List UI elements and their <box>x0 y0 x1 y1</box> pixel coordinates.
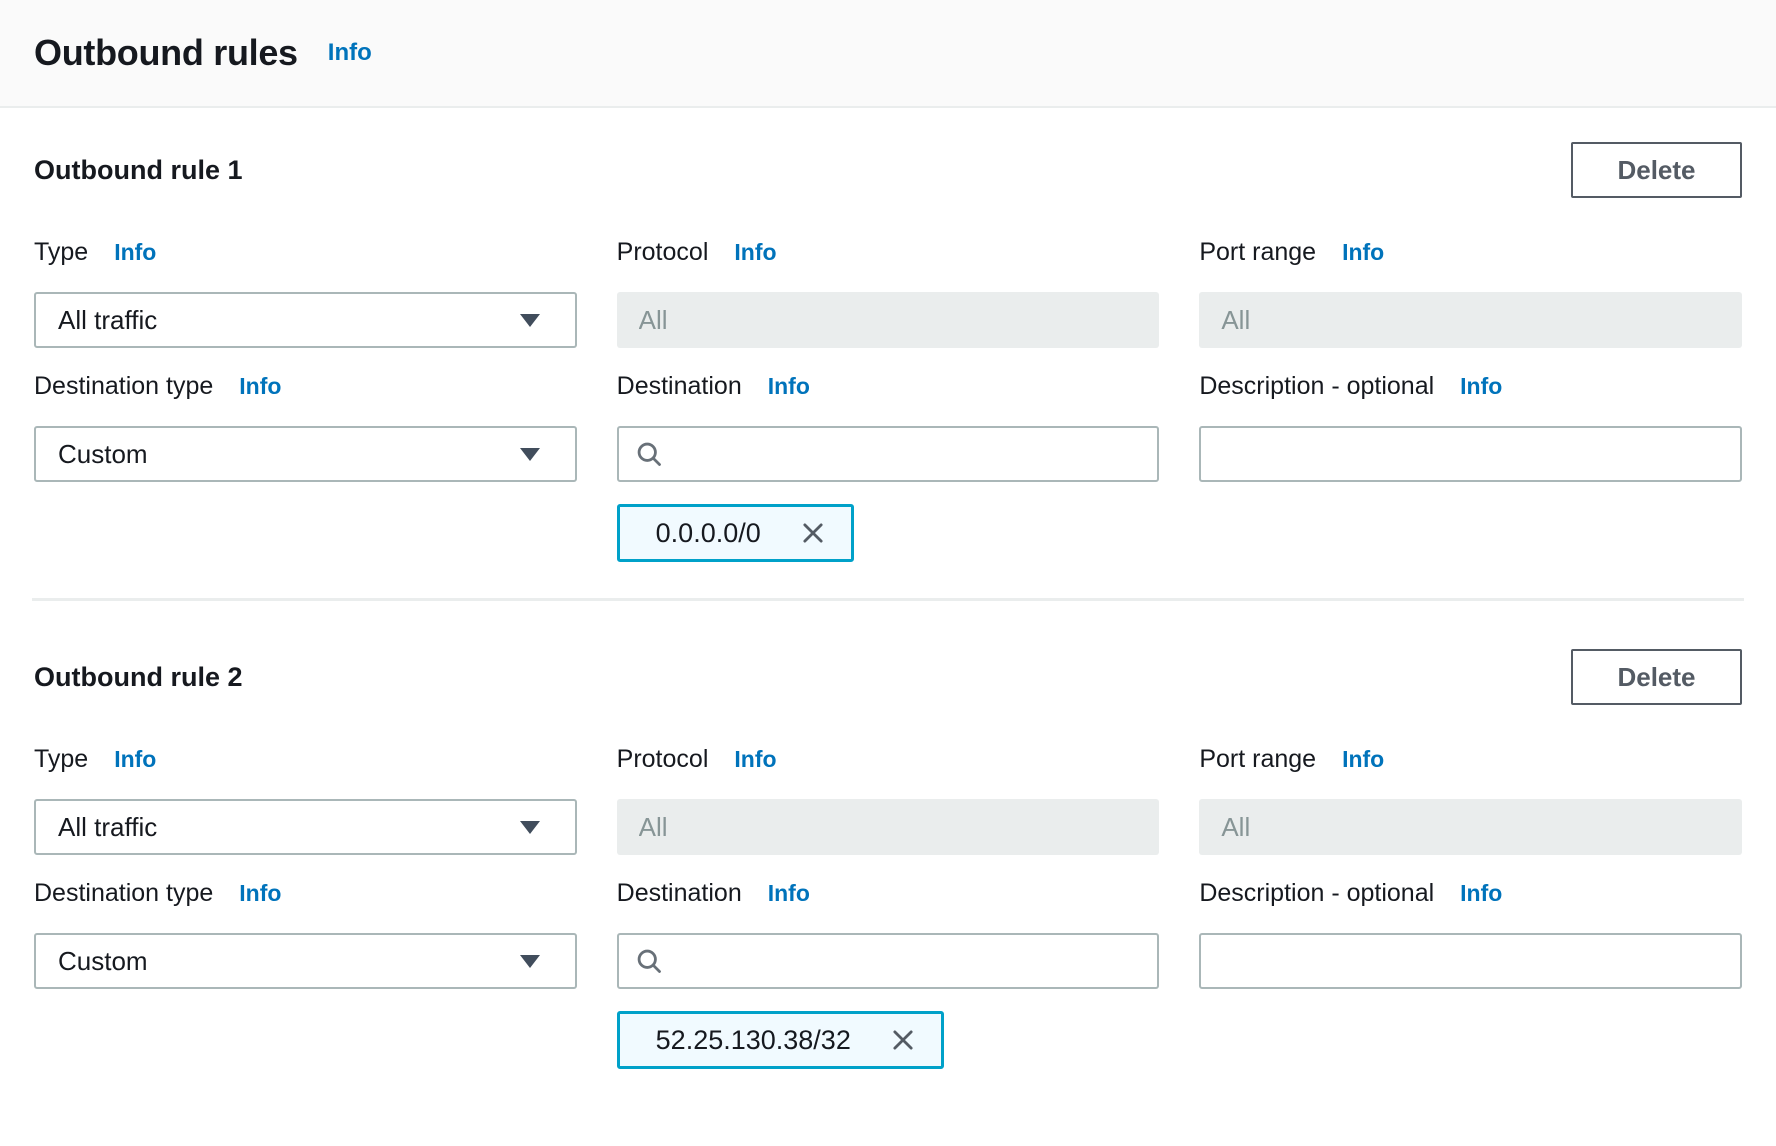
destination-chip-value: 52.25.130.38/32 <box>656 1025 851 1056</box>
protocol-label: Protocol <box>617 743 709 775</box>
port-range-label: Port range <box>1199 236 1316 268</box>
destination-type-label: Destination type <box>34 370 213 402</box>
description-label-row: Description - optional Info <box>1199 370 1742 402</box>
destination-chip: 0.0.0.0/0 <box>617 504 854 562</box>
protocol-label-row: Protocol Info <box>617 236 1160 268</box>
chevron-down-icon <box>519 447 541 462</box>
delete-rule-button[interactable]: Delete <box>1571 142 1742 198</box>
protocol-label-row: Protocol Info <box>617 743 1160 775</box>
destination-type-select-value: Custom <box>58 439 148 470</box>
type-select[interactable]: All traffic <box>34 799 577 855</box>
type-label-row: Type Info <box>34 743 577 775</box>
destination-type-label-row: Destination type Info <box>34 370 577 402</box>
description-input[interactable] <box>1199 426 1742 482</box>
protocol-label: Protocol <box>617 236 709 268</box>
type-select-value: All traffic <box>58 305 157 336</box>
protocol-input <box>617 292 1160 348</box>
chevron-down-icon <box>519 313 541 328</box>
destination-type-label: Destination type <box>34 877 213 909</box>
type-select-value: All traffic <box>58 812 157 843</box>
search-icon <box>635 440 663 468</box>
description-input[interactable] <box>1199 933 1742 989</box>
port-range-input <box>1199 799 1742 855</box>
outbound-rule-1-section: Outbound rule 1 Delete Type Info Protoco… <box>0 108 1776 598</box>
destination-type-info-link[interactable]: Info <box>239 877 281 909</box>
rule-heading: Outbound rule 1 <box>34 155 243 186</box>
destination-search-box <box>617 933 1160 989</box>
destination-info-link[interactable]: Info <box>768 877 810 909</box>
destination-type-select[interactable]: Custom <box>34 933 577 989</box>
destination-label-row: Destination Info <box>617 370 1160 402</box>
type-label-row: Type Info <box>34 236 577 268</box>
protocol-input <box>617 799 1160 855</box>
type-label: Type <box>34 743 88 775</box>
destination-chip-value: 0.0.0.0/0 <box>656 518 761 549</box>
protocol-info-link[interactable]: Info <box>734 743 776 775</box>
search-icon <box>635 947 663 975</box>
delete-rule-button[interactable]: Delete <box>1571 649 1742 705</box>
destination-type-info-link[interactable]: Info <box>239 370 281 402</box>
destination-type-select[interactable]: Custom <box>34 426 577 482</box>
description-label: Description - optional <box>1199 877 1434 909</box>
destination-info-link[interactable]: Info <box>768 370 810 402</box>
rule-heading: Outbound rule 2 <box>34 662 243 693</box>
destination-label-row: Destination Info <box>617 877 1160 909</box>
remove-destination-icon[interactable] <box>885 1022 921 1058</box>
destination-label: Destination <box>617 877 742 909</box>
port-range-input <box>1199 292 1742 348</box>
page-title: Outbound rules <box>34 32 298 74</box>
destination-search-input[interactable] <box>677 935 1142 987</box>
description-info-link[interactable]: Info <box>1460 370 1502 402</box>
type-info-link[interactable]: Info <box>114 236 156 268</box>
type-info-link[interactable]: Info <box>114 743 156 775</box>
protocol-info-link[interactable]: Info <box>734 236 776 268</box>
description-label-row: Description - optional Info <box>1199 877 1742 909</box>
destination-label: Destination <box>617 370 742 402</box>
outbound-rule-2-section: Outbound rule 2 Delete Type Info Protoco… <box>0 601 1776 1105</box>
outbound-rules-info-link[interactable]: Info <box>328 39 372 67</box>
type-label: Type <box>34 236 88 268</box>
port-range-info-link[interactable]: Info <box>1342 743 1384 775</box>
port-range-info-link[interactable]: Info <box>1342 236 1384 268</box>
destination-search-box <box>617 426 1160 482</box>
destination-chip: 52.25.130.38/32 <box>617 1011 944 1069</box>
chevron-down-icon <box>519 954 541 969</box>
outbound-rules-header: Outbound rules Info <box>0 0 1776 108</box>
destination-type-select-value: Custom <box>58 946 148 977</box>
port-range-label-row: Port range Info <box>1199 743 1742 775</box>
destination-search-input[interactable] <box>677 428 1142 480</box>
description-label: Description - optional <box>1199 370 1434 402</box>
type-select[interactable]: All traffic <box>34 292 577 348</box>
description-info-link[interactable]: Info <box>1460 877 1502 909</box>
port-range-label-row: Port range Info <box>1199 236 1742 268</box>
chevron-down-icon <box>519 820 541 835</box>
port-range-label: Port range <box>1199 743 1316 775</box>
remove-destination-icon[interactable] <box>795 515 831 551</box>
destination-type-label-row: Destination type Info <box>34 877 577 909</box>
